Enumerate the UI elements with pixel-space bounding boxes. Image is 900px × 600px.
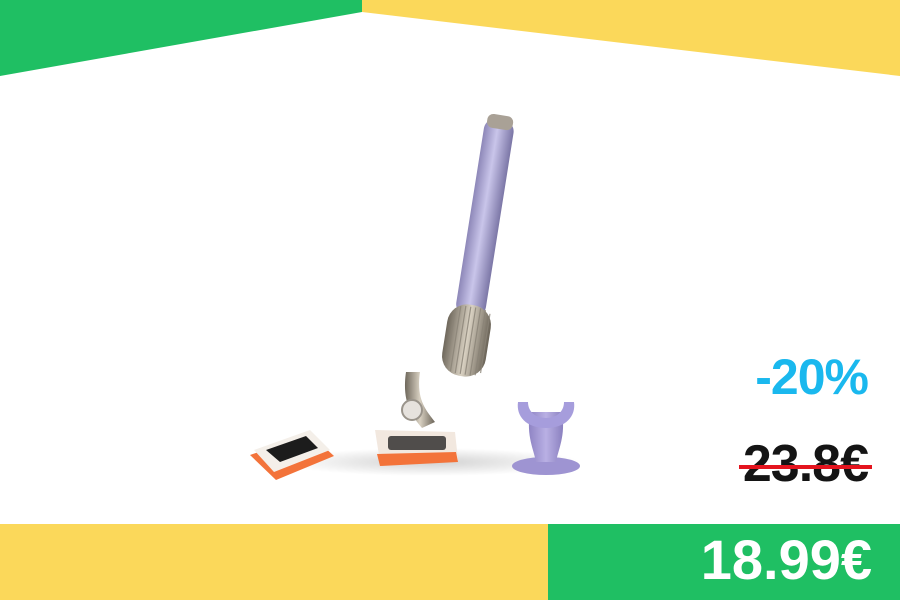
spare-cartridge: [250, 430, 334, 480]
razor-stand: [512, 402, 580, 475]
razor-product-image: [250, 113, 580, 480]
old-price-value: 23.8€: [742, 435, 869, 493]
top-right-yellow-band: [362, 0, 900, 76]
discount-label: -20%: [755, 349, 869, 405]
bottom-yellow-band: [0, 524, 548, 600]
razor-head: [375, 399, 458, 466]
promo-banner: -20% 23.8€ 18.99€: [0, 0, 900, 600]
old-price: 23.8€: [738, 435, 872, 493]
razor-handle: [442, 113, 514, 377]
top-left-green-band: [0, 0, 362, 76]
new-price: 18.99€: [700, 528, 872, 591]
strikethrough-line: [738, 465, 872, 469]
